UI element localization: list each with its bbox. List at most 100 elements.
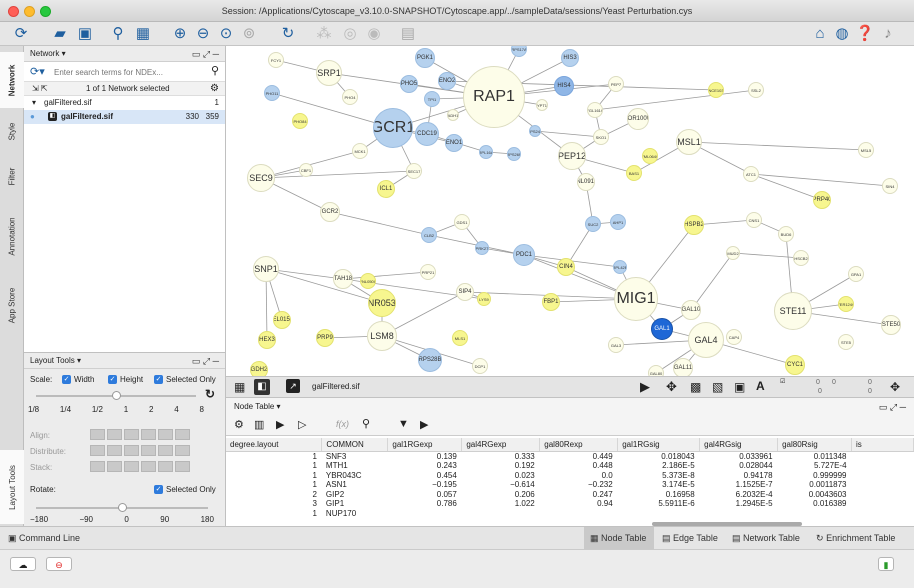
network-node[interactable]: MUD2 xyxy=(726,246,740,260)
table-cell[interactable]: 0.16958 xyxy=(618,490,700,500)
minimize-window-button[interactable] xyxy=(24,6,35,17)
table-cell[interactable] xyxy=(852,461,914,471)
table-cell[interactable]: 0.0 xyxy=(540,471,618,481)
globe-icon[interactable]: ◍ xyxy=(832,24,852,44)
network-edge[interactable] xyxy=(594,89,757,111)
network-node[interactable]: YNR053C xyxy=(368,289,396,317)
network-edge[interactable] xyxy=(688,141,867,151)
stop-icon-button[interactable]: ⊖ xyxy=(46,557,72,571)
node-table-tab[interactable]: ▦ Node Table xyxy=(584,527,654,549)
network-node[interactable]: YML064C xyxy=(642,148,658,164)
network-node[interactable]: RPS28B xyxy=(418,348,442,372)
table-cell[interactable] xyxy=(462,509,540,519)
tab-layout-tools[interactable]: Layout Tools xyxy=(0,450,24,524)
readout-checkbox[interactable]: ☑ xyxy=(780,378,785,385)
cloud-icon-button[interactable]: ☁ xyxy=(10,557,36,571)
column-header[interactable]: gal4RGexp xyxy=(461,438,541,452)
network-node[interactable]: HIS3 xyxy=(561,49,579,67)
select-annotations-icon[interactable]: ▣ xyxy=(734,380,745,394)
search-icon[interactable]: ⚲ xyxy=(211,64,219,77)
network-node[interactable]: HSCB2 xyxy=(793,250,809,266)
network-node[interactable]: ADH1 xyxy=(447,109,459,121)
select-nodes-icon[interactable]: ▩ xyxy=(690,380,701,394)
search-icon[interactable]: ⚲ xyxy=(362,417,370,430)
edge-table-tab[interactable]: ▤ Edge Table xyxy=(662,527,718,549)
network-edge[interactable] xyxy=(750,173,891,187)
network-node[interactable]: HEX3 xyxy=(258,331,276,349)
close-window-button[interactable] xyxy=(8,6,19,17)
table-cell[interactable]: 0.247 xyxy=(540,490,618,500)
table-cell[interactable]: 1.1525E-7 xyxy=(700,480,778,490)
table-cell[interactable] xyxy=(852,451,914,461)
network-edge[interactable] xyxy=(342,271,429,280)
collection-row[interactable]: ▾ galFiltered.sif 1 xyxy=(24,96,225,110)
network-node[interactable]: MCK1 xyxy=(352,143,368,159)
gear-icon[interactable]: ⚙ xyxy=(234,418,244,431)
network-node[interactable]: SEC17 xyxy=(406,163,422,179)
network-node[interactable]: PRP40 xyxy=(813,191,831,209)
table-cell[interactable]: −0.232 xyxy=(540,480,618,490)
zoom-out-icon[interactable]: ⊖ xyxy=(193,24,213,44)
network-node[interactable]: CDC19 xyxy=(415,122,439,146)
column-header[interactable]: gal80Rsig xyxy=(777,438,853,452)
network-node[interactable]: MIG1 xyxy=(614,277,658,321)
panel-controls-icon[interactable]: ▭ ⤢ ─ xyxy=(192,46,219,62)
network-node[interactable]: HSPB2 xyxy=(684,215,704,235)
table-cell[interactable]: 5.5911E-6 xyxy=(618,499,700,509)
table-cell[interactable] xyxy=(700,509,778,519)
network-node[interactable]: DCP1 xyxy=(472,358,488,374)
network-node[interactable]: TPI1 xyxy=(424,91,440,107)
table-cell[interactable]: 0.028044 xyxy=(700,461,778,471)
network-node[interactable]: GAL11 xyxy=(673,358,693,376)
network-node[interactable]: GAL4 xyxy=(688,322,724,358)
network-node[interactable]: PEP7 xyxy=(608,76,624,92)
table-cell[interactable] xyxy=(852,490,914,500)
table-cell[interactable]: 0.023 xyxy=(462,471,540,481)
network-node[interactable]: ICL1 xyxy=(377,180,395,198)
network-node[interactable]: ENO1 xyxy=(445,134,463,152)
network-node[interactable]: CIN4 xyxy=(557,258,575,276)
table-cell[interactable]: 1.022 xyxy=(462,499,540,509)
table-row[interactable]: 1 YBR043C 0.454 0.023 0.0 5.373E-8 0.94178 0.99… xyxy=(226,471,914,481)
align-buttons[interactable] xyxy=(90,429,192,442)
table-cell[interactable]: 0.243 xyxy=(388,461,462,471)
collapse-icon[interactable]: ⇲ ⇱ xyxy=(32,82,48,96)
zoom-in-icon[interactable]: ⊕ xyxy=(170,24,190,44)
import-table-icon[interactable]: ▦ xyxy=(133,24,153,44)
network-node[interactable]: GAL80 xyxy=(648,365,664,376)
network-node[interactable]: LYS9 xyxy=(477,292,491,306)
network-node[interactable]: STE5 xyxy=(838,334,854,350)
distribute-buttons[interactable] xyxy=(90,445,192,458)
table-cell[interactable] xyxy=(852,509,914,519)
column-header[interactable]: COMMON xyxy=(321,438,389,452)
network-node[interactable]: SIP4 xyxy=(456,283,474,301)
table-cell[interactable]: 1 xyxy=(226,461,322,471)
refresh-icon[interactable]: ↻ xyxy=(205,387,215,401)
table-cell[interactable]: 0.011348 xyxy=(778,451,852,461)
network-node[interactable]: SEC9 xyxy=(247,164,275,192)
tab-app-store[interactable]: App Store xyxy=(0,274,24,336)
table-cell[interactable]: 0.999999 xyxy=(778,471,852,481)
table-cell[interactable]: 0.033961 xyxy=(700,451,778,461)
table-cell[interactable] xyxy=(778,509,852,519)
column-header[interactable]: is xyxy=(851,438,914,452)
export-icon[interactable]: ▶ xyxy=(640,379,650,395)
import-network-icon[interactable]: ⚲ xyxy=(108,24,128,44)
table-cell[interactable]: 2 xyxy=(226,490,322,500)
network-node[interactable]: PHO4 xyxy=(342,89,358,105)
network-node[interactable]: GCR1 xyxy=(373,108,413,148)
network-table-tab[interactable]: ▤ Network Table xyxy=(732,527,800,549)
network-node[interactable]: GAL10 xyxy=(681,300,701,320)
new-doc-icon[interactable]: ▤ xyxy=(398,24,418,44)
table-cell[interactable]: GIP1 xyxy=(322,499,388,509)
memory-icon[interactable]: ▮ xyxy=(878,557,894,571)
column-header[interactable]: gal1RGexp xyxy=(387,438,463,452)
network-node[interactable]: PGK1 xyxy=(415,48,435,68)
network-node[interactable]: CBF1 xyxy=(299,163,313,177)
network-node[interactable]: YGL161C xyxy=(587,102,603,118)
table-cell[interactable] xyxy=(852,499,914,509)
network-node[interactable]: RPL16A xyxy=(479,145,493,159)
table-cell[interactable]: 5.727E-4 xyxy=(778,461,852,471)
network-node[interactable]: PHO84 xyxy=(292,113,308,129)
pan-icon[interactable]: ✥ xyxy=(666,379,677,395)
